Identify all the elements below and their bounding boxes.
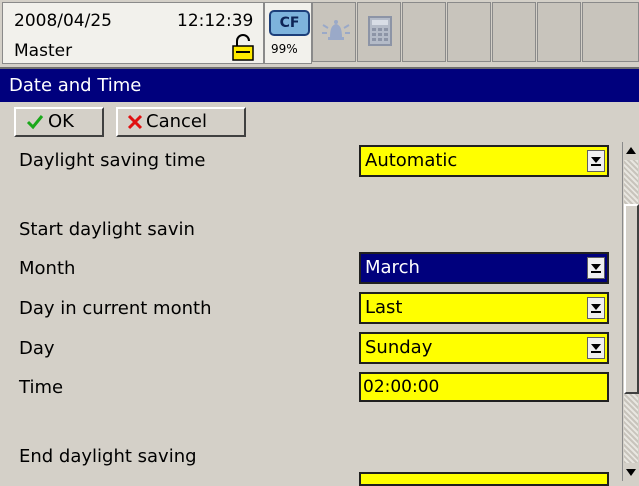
time-label: Time xyxy=(19,377,64,398)
dropdown-arrow-icon xyxy=(587,257,605,279)
date-text: 2008/04/25 xyxy=(14,11,112,31)
status-cell-3 xyxy=(492,2,536,62)
daylight-saving-value: Automatic xyxy=(365,150,458,171)
cancel-button[interactable]: Cancel xyxy=(116,107,246,137)
ok-label: OK xyxy=(48,111,74,132)
status-bar: 2008/04/25 12:12:39 Master CF 99% xyxy=(0,0,639,69)
ok-button[interactable]: OK xyxy=(14,107,104,137)
status-cell-5 xyxy=(582,2,639,62)
dropdown-arrow-icon xyxy=(587,337,605,359)
toolbar: OK Cancel xyxy=(0,102,639,142)
status-cell-2 xyxy=(447,2,491,62)
day-label: Day xyxy=(19,338,55,359)
datetime-panel: 2008/04/25 12:12:39 Master xyxy=(2,2,264,64)
vertical-scrollbar[interactable] xyxy=(622,142,639,481)
cf-card-icon: CF xyxy=(269,10,310,36)
time-text: 12:12:39 xyxy=(177,11,254,31)
start-daylight-heading: Start daylight savin xyxy=(19,219,195,240)
cross-icon xyxy=(127,114,143,130)
time-value: 02:00:00 xyxy=(363,377,440,397)
time-input[interactable]: 02:00:00 xyxy=(359,372,609,402)
cf-card-status: CF 99% xyxy=(264,2,312,64)
end-month-select[interactable] xyxy=(359,472,609,486)
day-in-month-label: Day in current month xyxy=(19,298,212,319)
end-daylight-heading: End daylight saving xyxy=(19,446,197,467)
day-in-month-select[interactable]: Last xyxy=(359,292,609,324)
daylight-saving-select[interactable]: Automatic xyxy=(359,145,609,177)
dropdown-arrow-icon xyxy=(587,297,605,319)
page-title: Date and Time xyxy=(0,69,639,102)
status-cell-4 xyxy=(537,2,581,62)
day-value: Sunday xyxy=(365,337,433,358)
status-cell-1 xyxy=(402,2,446,62)
day-select[interactable]: Sunday xyxy=(359,332,609,364)
calculator-status-cell[interactable] xyxy=(357,2,401,62)
cf-usage: 99% xyxy=(271,42,298,56)
cancel-label: Cancel xyxy=(146,111,207,132)
dropdown-arrow-icon xyxy=(587,150,605,172)
daylight-saving-label: Daylight saving time xyxy=(19,150,206,171)
alarm-status-cell[interactable] xyxy=(312,2,356,62)
scroll-down-icon[interactable] xyxy=(625,465,637,479)
lock-icon xyxy=(232,34,254,61)
alarm-bell-icon xyxy=(322,20,350,40)
scroll-track[interactable] xyxy=(624,160,639,463)
settings-panel: Daylight saving time Automatic Start day… xyxy=(0,142,622,486)
month-label: Month xyxy=(19,258,76,279)
month-select[interactable]: March xyxy=(359,252,609,284)
user-text: Master xyxy=(14,41,73,61)
month-value: March xyxy=(365,257,420,278)
scroll-thumb[interactable] xyxy=(624,204,639,394)
scroll-up-icon[interactable] xyxy=(625,144,637,158)
checkmark-icon xyxy=(26,115,44,130)
day-in-month-value: Last xyxy=(365,297,403,318)
calculator-icon xyxy=(368,16,392,46)
